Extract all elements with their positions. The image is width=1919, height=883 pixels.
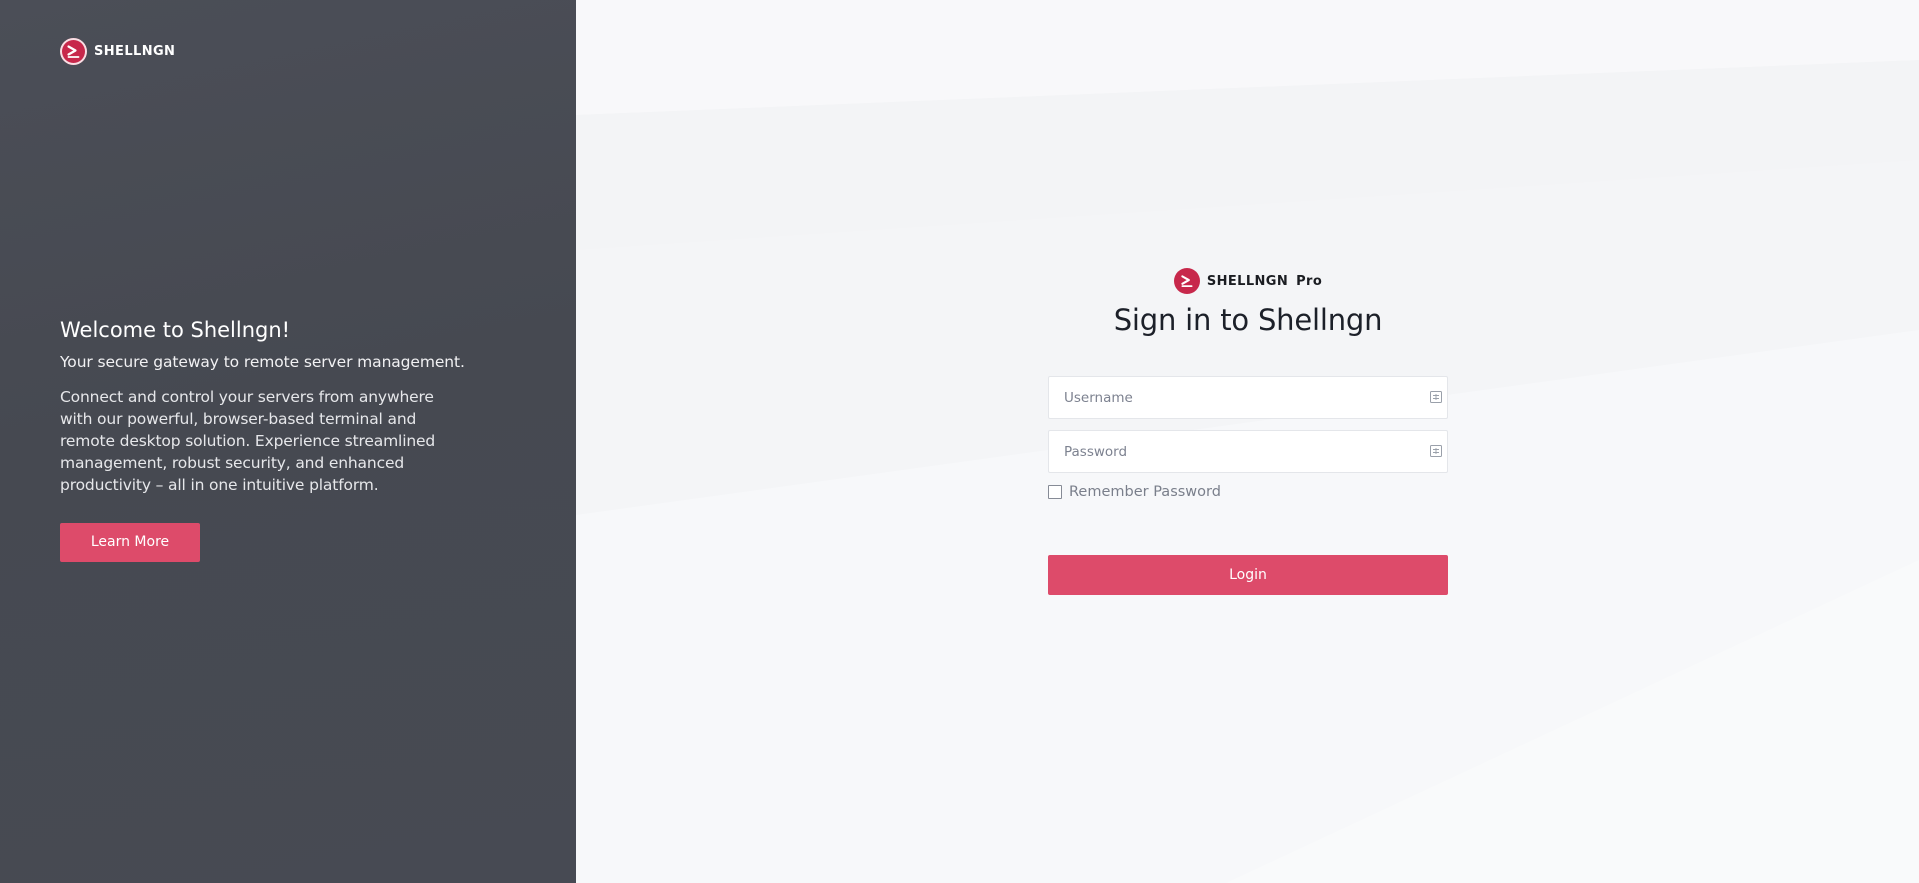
- password-input[interactable]: [1049, 431, 1404, 472]
- remember-password-checkbox[interactable]: [1048, 485, 1062, 499]
- brand-name: SHELLNGN: [94, 44, 175, 59]
- login-panel: SHELLNGN Pro Sign in to Shellngn Usernam…: [576, 0, 1919, 883]
- brand-edition: Pro: [1296, 273, 1323, 289]
- welcome-title: Welcome to Shellngn!: [60, 318, 291, 342]
- welcome-tagline: Your secure gateway to remote server man…: [60, 353, 465, 371]
- login-logo: SHELLNGN Pro: [1048, 268, 1448, 294]
- username-input[interactable]: [1049, 377, 1404, 418]
- login-button[interactable]: Login: [1048, 555, 1448, 595]
- login-title: Sign in to Shellngn: [1113, 303, 1383, 337]
- welcome-description: Connect and control your servers from an…: [60, 388, 436, 494]
- keyboard-icon[interactable]: [1430, 391, 1442, 403]
- intro-section: Welcome to Shellngn! Your secure gateway…: [60, 318, 480, 562]
- shellngn-logo-icon: [60, 38, 87, 65]
- login-form: SHELLNGN Pro Sign in to Shellngn Usernam…: [1048, 268, 1448, 595]
- login-brand-name: SHELLNGN Pro: [1207, 274, 1322, 289]
- learn-more-button[interactable]: Learn More: [60, 523, 200, 562]
- brand-name-light: SHELL: [1206, 273, 1255, 289]
- keyboard-icon[interactable]: [1430, 445, 1442, 457]
- brand-name-heavy: NGN: [141, 44, 176, 59]
- remember-password-label[interactable]: Remember Password: [1069, 484, 1221, 500]
- welcome-panel: SHELLNGN Welcome to Shellngn! Your secur…: [0, 0, 576, 883]
- brand-name-light: SHELL: [94, 44, 142, 59]
- username-field[interactable]: [1048, 376, 1448, 419]
- remember-password-row[interactable]: Remember Password: [1048, 484, 1448, 500]
- header-logo[interactable]: SHELLNGN: [60, 38, 175, 65]
- brand-name-heavy: NGN: [1254, 273, 1289, 289]
- shellngn-logo-icon: [1173, 268, 1200, 294]
- login-page: SHELLNGN Welcome to Shellngn! Your secur…: [0, 0, 1919, 883]
- password-field[interactable]: [1048, 430, 1448, 473]
